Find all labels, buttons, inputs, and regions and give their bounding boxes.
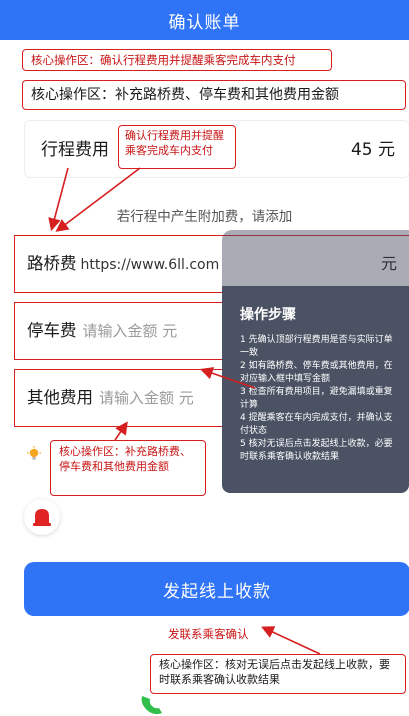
tooltip-step-2: 2 如有路桥费、停车费或其他费用，在对应输入框中填写金额 xyxy=(240,361,393,385)
annotation-bottom: 核心操作区：核对无误后点击发起线上收款，要时联系乘客确认收款结果 xyxy=(150,654,406,694)
parking-fee-input[interactable]: 请输入金额 元 xyxy=(83,322,178,340)
annotation-fare: 确认行程费用并提醒乘客完成车内支付 xyxy=(118,125,236,169)
fare-amount: 45 元 xyxy=(350,140,395,160)
bridge-fee-label: 路桥费 xyxy=(27,254,77,273)
lightbulb-icon xyxy=(27,446,41,460)
surcharge-hint: 若行程中产生附加费，请添加 xyxy=(116,209,293,225)
alarm-button[interactable] xyxy=(24,499,60,535)
tooltip-step-1: 1 先确认顶部行程费用是否与实际订单一致 xyxy=(240,335,393,359)
other-fee-label: 其他费用 xyxy=(27,388,93,407)
phone-icon[interactable] xyxy=(138,692,168,716)
tooltip-shade xyxy=(222,230,409,286)
start-online-payment-button[interactable]: 发起线上收款 xyxy=(24,562,409,616)
page-header: 确认账单 xyxy=(0,0,409,40)
annotation-top-primary: 核心操作区：确认行程费用并提醒乘客完成车内支付 xyxy=(22,49,332,71)
page-title: 确认账单 xyxy=(168,12,241,33)
annotation-left: 核心操作区：补充路桥费、停车费和其他费用金额 xyxy=(50,440,206,496)
contact-note: 发联系乘客确认 xyxy=(168,627,249,641)
other-fee-input[interactable]: 请输入金额 元 xyxy=(99,389,194,407)
tooltip-title: 操作步骤 xyxy=(240,307,296,323)
bridge-fee-value[interactable]: https://www.6ll.com xyxy=(81,257,220,273)
parking-fee-label: 停车费 xyxy=(27,321,77,340)
alarm-icon xyxy=(33,509,51,526)
operation-steps-tooltip: 操作步骤 1 先确认顶部行程费用是否与实际订单一致 2 如有路桥费、停车费或其他… xyxy=(222,286,409,493)
tooltip-step-5: 5 核对无误后点击发起线上收款，必要时联系乘客确认收款结果 xyxy=(240,439,393,463)
annotation-top-secondary: 核心操作区：补充路桥费、停车费和其他费用金额 xyxy=(22,80,406,110)
tooltip-step-4: 4 提醒乘客在车内完成支付，并确认支付状态 xyxy=(240,413,393,437)
fare-label: 行程费用 xyxy=(41,140,109,160)
tooltip-step-3: 3 检查所有费用项目，避免漏填或重复计算 xyxy=(240,387,393,411)
